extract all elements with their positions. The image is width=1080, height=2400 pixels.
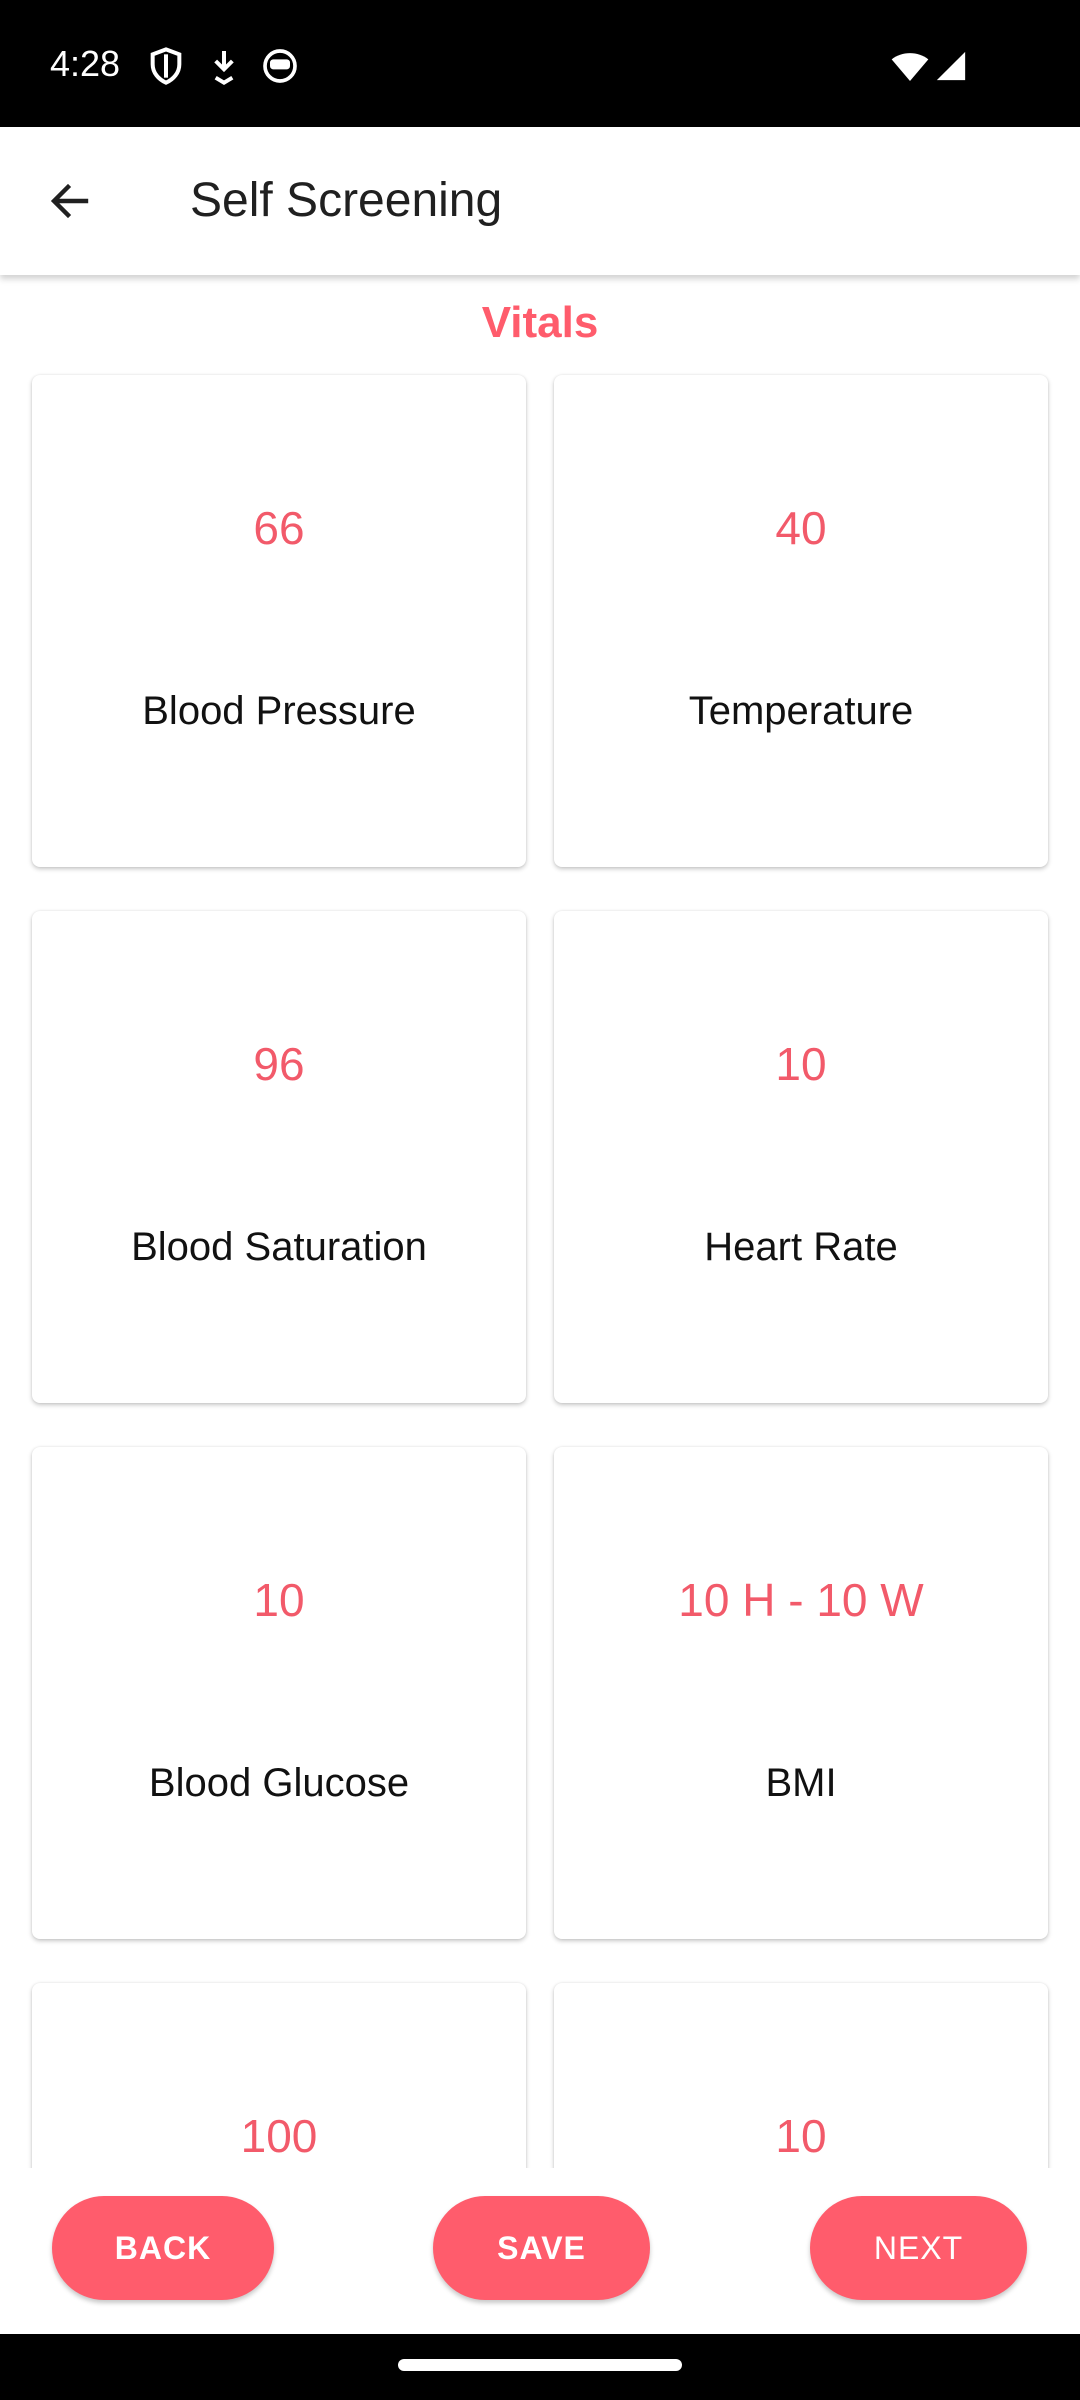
vital-value: 10	[775, 1038, 827, 1090]
vital-label: Heart Rate	[704, 1225, 898, 1269]
vitals-grid: 66 Blood Pressure 40 Temperature 96 Bloo…	[32, 375, 1048, 2168]
vital-value: 10 H - 10 W	[678, 1574, 924, 1626]
bottom-button-bar: BACK SAVE NEXT	[0, 2168, 1080, 2334]
vital-card-heart-rate[interactable]: 10 Heart Rate	[554, 911, 1048, 1403]
next-button[interactable]: NEXT	[810, 2196, 1027, 2300]
section-title-vitals: Vitals	[481, 298, 599, 347]
system-nav-bar	[0, 2334, 1080, 2400]
vital-card-7[interactable]: 100	[32, 1983, 526, 2168]
face-icon	[260, 46, 300, 86]
status-time: 4:28	[50, 43, 121, 84]
page-title: Self Screening	[190, 174, 503, 227]
vital-value: 10	[775, 2110, 827, 2162]
vital-label: Blood Saturation	[131, 1225, 427, 1269]
signal-icon	[934, 46, 968, 86]
vital-label: BMI	[765, 1761, 837, 1805]
vital-card-bmi[interactable]: 10 H - 10 W BMI	[554, 1447, 1048, 1939]
vital-label: Blood Pressure	[142, 689, 416, 733]
vital-value: 96	[253, 1038, 305, 1090]
vital-value: 40	[775, 502, 827, 554]
back-arrow-icon[interactable]	[40, 171, 100, 231]
vital-card-8[interactable]: 10	[554, 1983, 1048, 2168]
vital-card-blood-saturation[interactable]: 96 Blood Saturation	[32, 911, 526, 1403]
content-scroll-area[interactable]: Vitals 66 Blood Pressure 40 Temperature …	[0, 275, 1080, 2168]
download-icon	[204, 46, 244, 86]
save-button[interactable]: SAVE	[433, 2196, 650, 2300]
vital-label: Temperature	[688, 689, 914, 733]
vital-label: Blood Glucose	[148, 1761, 410, 1805]
back-button[interactable]: BACK	[52, 2196, 274, 2300]
vital-value: 100	[240, 2110, 318, 2162]
vital-value: 66	[253, 502, 305, 554]
home-gesture-handle[interactable]	[398, 2359, 682, 2371]
wifi-icon	[888, 46, 932, 86]
vital-value: 10	[253, 1574, 305, 1626]
app-bar: Self Screening	[0, 127, 1080, 275]
vital-card-temperature[interactable]: 40 Temperature	[554, 375, 1048, 867]
vital-card-blood-glucose[interactable]: 10 Blood Glucose	[32, 1447, 526, 1939]
vital-card-blood-pressure[interactable]: 66 Blood Pressure	[32, 375, 526, 867]
shield-icon	[146, 46, 186, 86]
status-bar: 4:28	[0, 0, 1080, 127]
